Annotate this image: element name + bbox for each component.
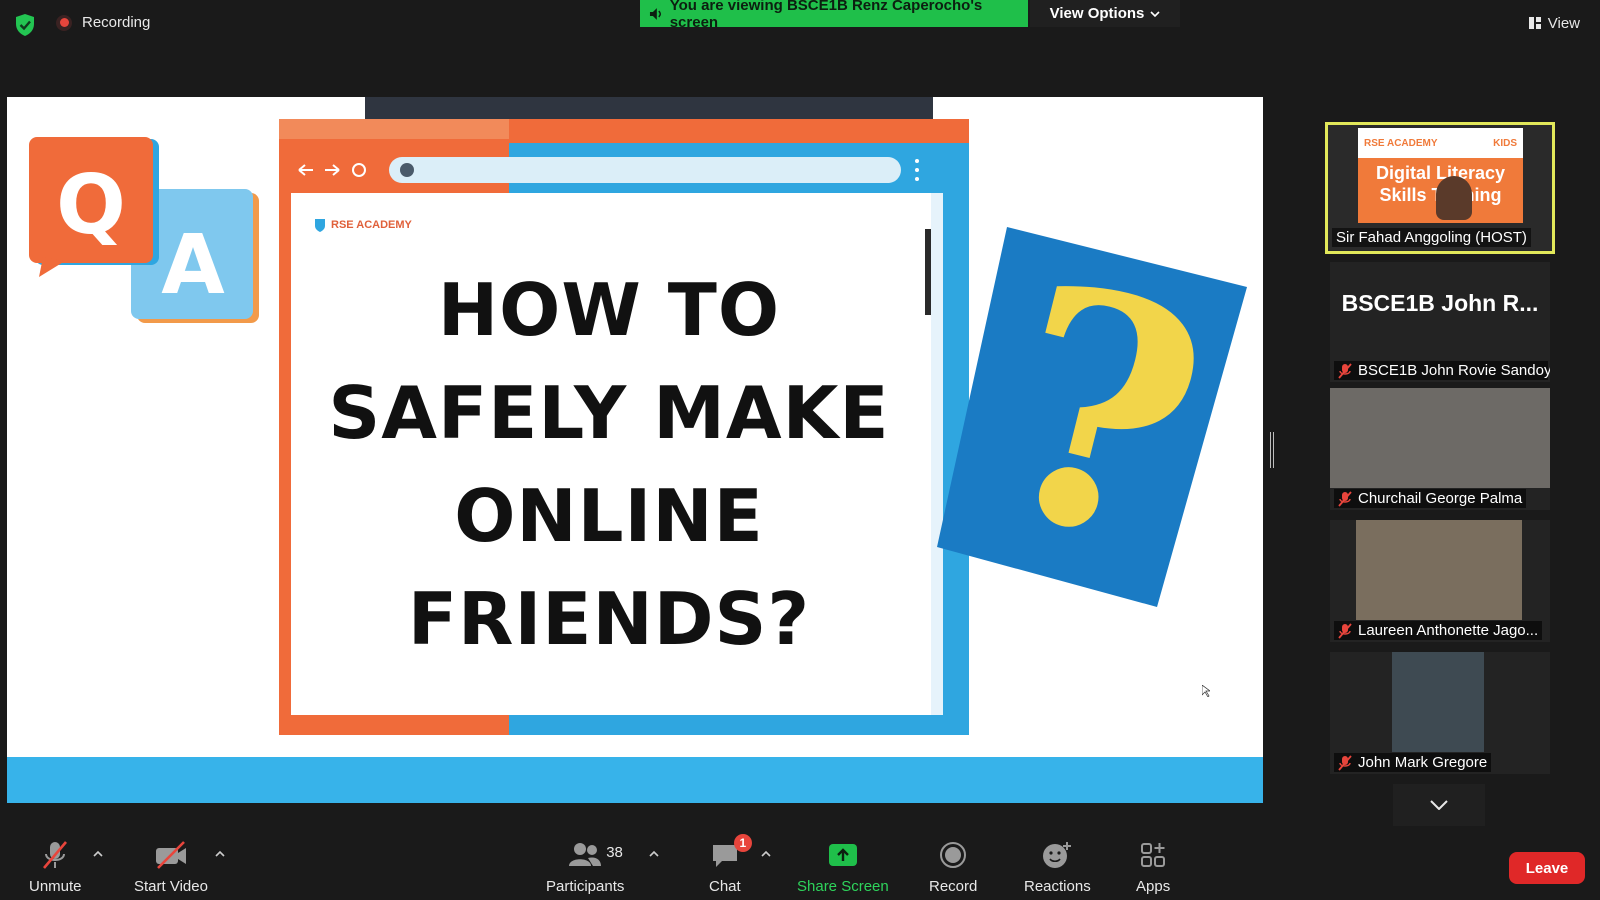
chat-caret-icon[interactable] <box>760 850 772 858</box>
record-button[interactable]: Record <box>929 840 977 895</box>
participant-display-name: BSCE1B John R... <box>1341 290 1539 316</box>
share-screen-button[interactable]: Share Screen <box>797 840 889 895</box>
meeting-toolbar: Unmute Start Video 38 Participants 1 Cha… <box>0 830 1600 900</box>
participant-tile[interactable]: John Mark Gregore <box>1330 652 1550 774</box>
slide-title-line: SAFELY MAKE <box>328 371 890 455</box>
slide-logo-text: RSE ACADEMY <box>331 219 412 231</box>
chat-unread-badge: 1 <box>733 834 752 852</box>
logo-mark-icon <box>315 219 325 232</box>
mic-muted-icon <box>1338 622 1352 639</box>
recording-indicator[interactable]: Recording <box>56 14 150 31</box>
reactions-button[interactable]: Reactions <box>1024 840 1091 895</box>
chat-label: Chat <box>709 878 741 895</box>
video-options-caret-icon[interactable] <box>214 850 226 858</box>
share-screen-icon <box>828 844 857 866</box>
recording-label: Recording <box>82 14 151 31</box>
viewing-banner-text: You are viewing BSCE1B Renz Caperocho's … <box>669 0 983 31</box>
participant-name: Laureen Anthonette Jago... <box>1358 622 1539 639</box>
top-bar: Recording You are viewing BSCE1B Renz Ca… <box>0 0 1600 50</box>
participant-name-row: John Mark Gregore <box>1334 753 1492 772</box>
apps-label: Apps <box>1136 878 1171 895</box>
apps-button[interactable]: Apps <box>1136 840 1170 895</box>
view-label: View <box>1547 14 1580 32</box>
record-icon <box>940 842 967 868</box>
poster-badge: KIDS <box>1493 137 1517 149</box>
participant-tile-host[interactable]: RSE ACADEMY KIDS Digital Literacy Skills… <box>1325 122 1555 254</box>
participants-button[interactable]: 38 Participants <box>546 840 624 895</box>
viewing-banner: You are viewing BSCE1B Renz Caperocho's … <box>640 0 1028 31</box>
slide-title: HOW TO SAFELY MAKE ONLINE FRIENDS? <box>299 259 919 671</box>
speaker-icon <box>649 7 661 20</box>
microphone-muted-icon <box>43 841 68 869</box>
camera-off-icon <box>155 841 186 869</box>
host-video: RSE ACADEMY KIDS Digital Literacy Skills… <box>1358 128 1523 223</box>
slide-title-line: HOW TO <box>437 268 781 352</box>
slide-title-line: FRIENDS? <box>407 577 811 661</box>
poster-header: RSE ACADEMY KIDS <box>1358 128 1523 158</box>
shield-icon[interactable] <box>14 13 36 37</box>
poster-brand: RSE ACADEMY <box>1364 137 1438 149</box>
participants-count: 38 <box>606 844 623 861</box>
reactions-smiley-icon <box>1043 842 1072 868</box>
qa-graphic: Q A <box>29 137 259 323</box>
gallery-resize-handle[interactable] <box>1270 432 1274 468</box>
leave-button[interactable]: Leave <box>1509 852 1585 884</box>
mouse-cursor-icon <box>1202 685 1210 697</box>
participant-name-row: BSCE1B John Rovie Sandoy <box>1334 361 1550 380</box>
slide-title-line: ONLINE <box>454 474 764 558</box>
participants-label: Participants <box>546 878 625 895</box>
chevron-down-icon <box>1150 10 1160 17</box>
participant-name: Sir Fahad Anggoling (HOST) <box>1332 228 1531 247</box>
shared-screen: Q A RSE ACADEMY HOW TO SAFELY MAKE ONLIN… <box>7 97 1263 803</box>
record-dot-icon <box>56 14 72 31</box>
participant-tile[interactable]: Churchail George Palma <box>1330 388 1550 510</box>
participant-name: John Mark Gregore <box>1358 754 1488 771</box>
host-avatar <box>1436 176 1472 220</box>
unmute-button[interactable]: Unmute <box>29 840 82 895</box>
participant-name-row: Laureen Anthonette Jago... <box>1334 621 1543 640</box>
audio-options-caret-icon[interactable] <box>92 850 104 858</box>
start-video-label: Start Video <box>134 878 208 895</box>
mic-muted-icon <box>1338 754 1352 771</box>
participant-name: BSCE1B John Rovie Sandoy <box>1358 362 1550 379</box>
a-letter: A <box>161 218 225 313</box>
unmute-label: Unmute <box>29 878 82 895</box>
mic-muted-icon <box>1338 362 1352 379</box>
participant-tile[interactable]: Laureen Anthonette Jago... <box>1330 520 1550 642</box>
question-mark-graphic: ? <box>937 227 1247 620</box>
participant-name: Churchail George Palma <box>1358 490 1523 507</box>
participant-video <box>1330 388 1550 488</box>
share-screen-label: Share Screen <box>797 878 889 895</box>
participants-caret-icon[interactable] <box>648 850 660 858</box>
layout-icon <box>1528 17 1541 29</box>
apps-icon <box>1141 843 1166 867</box>
record-label: Record <box>929 878 978 895</box>
participant-video <box>1392 652 1484 752</box>
view-button[interactable]: View <box>1528 10 1580 36</box>
participants-icon <box>569 843 602 866</box>
slide-bottom-band <box>7 757 1263 803</box>
chat-button[interactable]: 1 Chat <box>709 834 752 895</box>
participant-name-row: Churchail George Palma <box>1334 489 1527 508</box>
view-options-button[interactable]: View Options <box>1030 0 1180 27</box>
participant-video <box>1356 520 1522 620</box>
participant-tile[interactable]: BSCE1B John R... BSCE1B John Rovie Sando… <box>1330 262 1550 382</box>
gallery-scroll-down-button[interactable] <box>1393 784 1485 826</box>
slide-logo: RSE ACADEMY <box>313 217 412 233</box>
chevron-down-icon <box>1430 800 1448 810</box>
q-letter: Q <box>56 158 126 253</box>
start-video-button[interactable]: Start Video <box>134 840 208 895</box>
view-options-label: View Options <box>1049 5 1145 22</box>
reactions-label: Reactions <box>1024 878 1091 895</box>
mic-muted-icon <box>1338 490 1352 507</box>
